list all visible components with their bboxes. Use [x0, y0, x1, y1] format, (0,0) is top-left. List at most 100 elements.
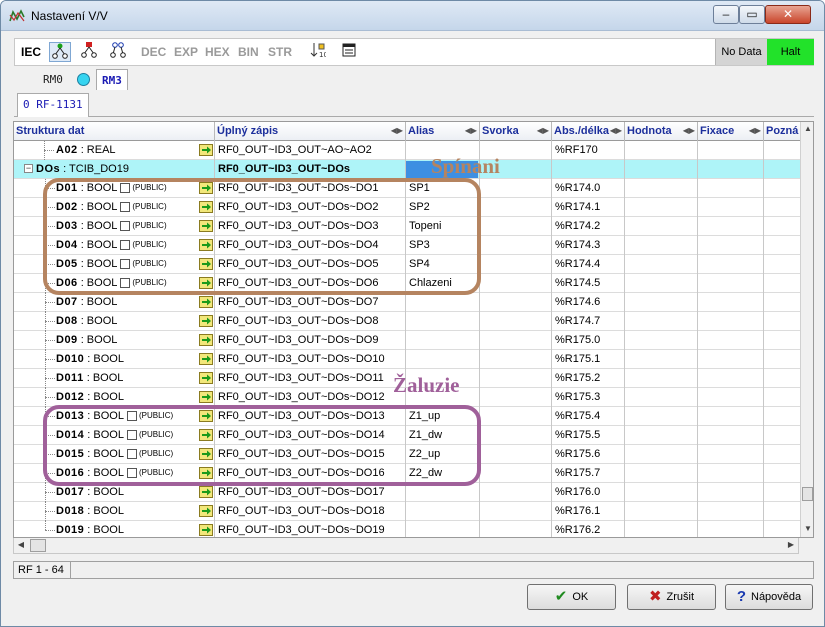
scroll-down-icon[interactable]: ▼ [801, 522, 813, 536]
public-checkbox[interactable] [120, 259, 131, 270]
alias-cell[interactable] [406, 293, 480, 312]
public-checkbox[interactable] [120, 221, 131, 232]
data-grid[interactable]: Struktura dat Úplný zápis ◀▶ Alias ◀▶ Svor… [13, 121, 814, 538]
public-checkbox[interactable] [126, 449, 137, 460]
export-arrow-icon[interactable] [199, 220, 213, 232]
export-arrow-icon[interactable] [199, 182, 213, 194]
sort-numeric-icon[interactable]: 10 [307, 42, 329, 62]
export-arrow-icon[interactable] [199, 524, 213, 536]
export-arrow-icon[interactable] [199, 334, 213, 346]
cancel-button[interactable]: ✖ Zrušit [627, 584, 716, 610]
table-row[interactable]: D03: BOOL (PUBLIC) RF0_OUT~ID3_OUT~DOs~DO3… [14, 217, 800, 236]
export-arrow-icon[interactable] [199, 258, 213, 270]
col-svorka[interactable]: Svorka ◀▶ [480, 122, 552, 141]
iec-button[interactable]: IEC [21, 39, 41, 65]
table-row[interactable]: D019: BOOL RF0_OUT~ID3_OUT~DOs~DO19 %R176.… [14, 521, 800, 537]
table-row[interactable]: D02: BOOL (PUBLIC) RF0_OUT~ID3_OUT~DOs~DO2… [14, 198, 800, 217]
alias-cell[interactable]: SP2 [406, 198, 480, 217]
table-row[interactable]: − DOs: TCIB_DO19 RF0_OUT~ID3_OUT~DOs [14, 160, 800, 179]
col-abs[interactable]: Abs./délka ◀▶ [552, 122, 625, 141]
public-checkbox[interactable] [120, 202, 131, 213]
run-tree-icon[interactable] [49, 42, 71, 62]
table-row[interactable]: D013: BOOL (PUBLIC) RF0_OUT~ID3_OUT~DOs~DO… [14, 407, 800, 426]
format-exp[interactable]: EXP [174, 39, 198, 65]
public-checkbox[interactable] [126, 468, 137, 479]
tree-structure-icon[interactable] [107, 42, 129, 62]
table-row[interactable]: D010: BOOL RF0_OUT~ID3_OUT~DOs~DO10 %R175.… [14, 350, 800, 369]
public-checkbox[interactable] [120, 183, 131, 194]
alias-cell[interactable] [406, 331, 480, 350]
alias-cell[interactable] [406, 483, 480, 502]
ok-button[interactable]: ✔ OK [527, 584, 616, 610]
format-bin[interactable]: BIN [238, 39, 259, 65]
alias-cell[interactable] [406, 350, 480, 369]
tab-rm0[interactable]: RM0 [38, 69, 68, 90]
public-checkbox[interactable] [126, 430, 137, 441]
close-button[interactable]: ✕ [765, 5, 811, 24]
format-str[interactable]: STR [268, 39, 292, 65]
table-row[interactable]: D014: BOOL (PUBLIC) RF0_OUT~ID3_OUT~DOs~DO… [14, 426, 800, 445]
alias-cell[interactable]: Topeni [406, 217, 480, 236]
table-row[interactable]: D04: BOOL (PUBLIC) RF0_OUT~ID3_OUT~DOs~DO4… [14, 236, 800, 255]
format-dec[interactable]: DEC [141, 39, 166, 65]
table-row[interactable]: D016: BOOL (PUBLIC) RF0_OUT~ID3_OUT~DOs~DO… [14, 464, 800, 483]
export-arrow-icon[interactable] [199, 467, 213, 479]
maximize-button[interactable]: ▭ [739, 5, 765, 24]
public-checkbox[interactable] [120, 278, 131, 289]
alias-cell[interactable]: Chlazeni [406, 274, 480, 293]
table-row[interactable]: D01: BOOL (PUBLIC) RF0_OUT~ID3_OUT~DOs~DO1… [14, 179, 800, 198]
export-arrow-icon[interactable] [199, 391, 213, 403]
table-row[interactable]: D08: BOOL RF0_OUT~ID3_OUT~DOs~DO8 %R174.7 [14, 312, 800, 331]
table-row[interactable]: D07: BOOL RF0_OUT~ID3_OUT~DOs~DO7 %R174.6 [14, 293, 800, 312]
vertical-scroll-thumb[interactable] [802, 487, 813, 501]
col-pozna[interactable]: Pozná [764, 122, 800, 141]
alias-cell[interactable] [406, 312, 480, 331]
format-hex[interactable]: HEX [205, 39, 230, 65]
alias-cell[interactable]: SP3 [406, 236, 480, 255]
export-arrow-icon[interactable] [199, 201, 213, 213]
minimize-button[interactable]: ‒ [713, 5, 739, 24]
public-checkbox[interactable] [126, 411, 137, 422]
col-struktura[interactable]: Struktura dat [14, 122, 215, 141]
export-arrow-icon[interactable] [199, 448, 213, 460]
export-arrow-icon[interactable] [199, 486, 213, 498]
export-arrow-icon[interactable] [199, 239, 213, 251]
table-row[interactable]: A02: REAL RF0_OUT~ID3_OUT~AO~AO2 %RF170 [14, 141, 800, 160]
col-alias[interactable]: Alias ◀▶ [406, 122, 480, 141]
alias-cell[interactable] [406, 521, 480, 537]
vertical-scrollbar[interactable]: ▲ ▼ [800, 122, 813, 537]
alias-cell[interactable]: Z2_up [406, 445, 480, 464]
table-row[interactable]: D06: BOOL (PUBLIC) RF0_OUT~ID3_OUT~DOs~DO6… [14, 274, 800, 293]
export-arrow-icon[interactable] [199, 410, 213, 422]
alias-cell[interactable]: Z1_dw [406, 426, 480, 445]
help-button[interactable]: ? Nápověda [725, 584, 813, 610]
public-checkbox[interactable] [120, 240, 131, 251]
col-hodnota[interactable]: Hodnota ◀▶ [625, 122, 698, 141]
collapse-icon[interactable]: − [24, 164, 33, 173]
col-zapis[interactable]: Úplný zápis ◀▶ [215, 122, 406, 141]
table-row[interactable]: D015: BOOL (PUBLIC) RF0_OUT~ID3_OUT~DOs~DO… [14, 445, 800, 464]
col-fixace[interactable]: Fixace ◀▶ [698, 122, 764, 141]
export-arrow-icon[interactable] [199, 429, 213, 441]
horizontal-scroll-thumb[interactable] [30, 539, 46, 552]
export-arrow-icon[interactable] [199, 505, 213, 517]
stop-tree-icon[interactable] [78, 42, 100, 62]
table-row[interactable]: D09: BOOL RF0_OUT~ID3_OUT~DOs~DO9 %R175.0 [14, 331, 800, 350]
tab-rf-1131[interactable]: 0 RF-1131 [17, 93, 89, 117]
alias-cell[interactable]: Z1_up [406, 407, 480, 426]
export-arrow-icon[interactable] [199, 296, 213, 308]
export-arrow-icon[interactable] [199, 315, 213, 327]
alias-cell[interactable]: SP4 [406, 255, 480, 274]
alias-cell[interactable]: Z2_dw [406, 464, 480, 483]
scroll-right-icon[interactable]: ▶ [784, 538, 798, 552]
window-list-icon[interactable] [338, 42, 360, 62]
horizontal-scrollbar[interactable]: ◀ ▶ [13, 538, 799, 554]
table-row[interactable]: D018: BOOL RF0_OUT~ID3_OUT~DOs~DO18 %R176.… [14, 502, 800, 521]
alias-cell[interactable] [406, 502, 480, 521]
table-row[interactable]: D017: BOOL RF0_OUT~ID3_OUT~DOs~DO17 %R176.… [14, 483, 800, 502]
tab-rm3[interactable]: RM3 [96, 69, 128, 90]
alias-cell[interactable]: SP1 [406, 179, 480, 198]
scroll-left-icon[interactable]: ◀ [14, 538, 28, 552]
export-arrow-icon[interactable] [199, 353, 213, 365]
export-arrow-icon[interactable] [199, 144, 213, 156]
